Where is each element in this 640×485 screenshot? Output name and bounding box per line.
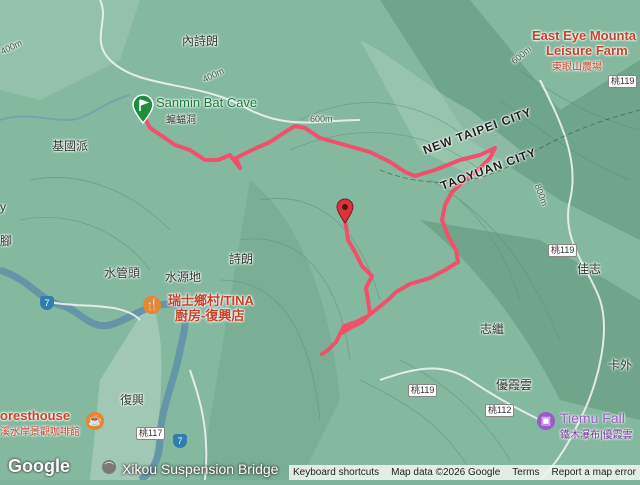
place-label: 詩朗 (229, 252, 254, 266)
route-7-shield: 7 (40, 296, 54, 310)
start-poi-label[interactable]: Sanmin Bat Cave (156, 95, 257, 110)
tiemu-label-line1[interactable]: Tiemu Fall (560, 410, 625, 426)
photo-icon[interactable]: ▣ (537, 412, 555, 430)
place-label: 復興 (120, 393, 145, 407)
report-map-error-link[interactable]: Report a map error (552, 467, 636, 478)
map-canvas[interactable]: 內詩朗 基國派 水管頭 水源地 詩朗 志繼 復興 佳志 卡外 優霞雲 蝙蝠洞 y… (0, 0, 640, 484)
place-label: 水源地 (165, 270, 202, 284)
terrain-layer (0, 0, 640, 484)
tiemu-label-line2[interactable]: 鐵木瀑布|優霞雲 (560, 426, 633, 441)
red-marker-pin-icon[interactable] (336, 198, 354, 229)
road-badge: 桃112 (485, 404, 515, 417)
east-eye-label-line1[interactable]: East Eye Mounta (532, 28, 636, 43)
place-label: 水管頭 (104, 266, 141, 280)
road-badge: 桃119 (408, 384, 438, 397)
place-label: 卡外 (608, 358, 633, 372)
place-label: 內詩朗 (182, 34, 219, 48)
terms-link[interactable]: Terms (512, 467, 539, 478)
place-label: 優霞雲 (496, 378, 533, 392)
east-eye-label-line3[interactable]: 東眼山農場 (552, 58, 602, 73)
road-badge: 桃119 (608, 75, 638, 88)
google-logo: Google (8, 456, 70, 476)
place-label: 志繼 (480, 322, 505, 336)
edge-label: y (0, 200, 6, 214)
east-eye-label-line2[interactable]: Leisure Farm (546, 43, 628, 58)
edge-label: 腳 (0, 234, 13, 248)
road-badge: 桃119 (548, 244, 578, 257)
place-label: 佳志 (577, 262, 602, 276)
cafe-label-line1[interactable]: oresthouse (0, 408, 70, 423)
restaurant-label-line2[interactable]: 廚房-復興店 (175, 305, 244, 324)
coffee-cup-icon[interactable]: ☕ (86, 412, 104, 430)
elevation-label: 600m (310, 114, 333, 124)
road-badge: 桃117 (136, 427, 166, 440)
map-data-label: Map data ©2026 Google (391, 467, 501, 478)
attribution-bar: Keyboard shortcuts Map data ©2026 Google… (288, 465, 640, 480)
map-footer: Google Keyboard shortcuts Map data ©2026… (0, 456, 640, 480)
green-flag-pin-icon[interactable] (131, 94, 155, 129)
place-label: 基國派 (52, 139, 89, 153)
keyboard-shortcuts-link[interactable]: Keyboard shortcuts (293, 467, 379, 478)
route-7-shield: 7 (173, 434, 187, 448)
bat-cave-zh-label: 蝙蝠洞 (166, 115, 196, 126)
cafe-label-line2[interactable]: 溪水岸景觀咖啡館 (0, 423, 80, 438)
fork-knife-icon[interactable]: 🍴 (143, 296, 161, 314)
